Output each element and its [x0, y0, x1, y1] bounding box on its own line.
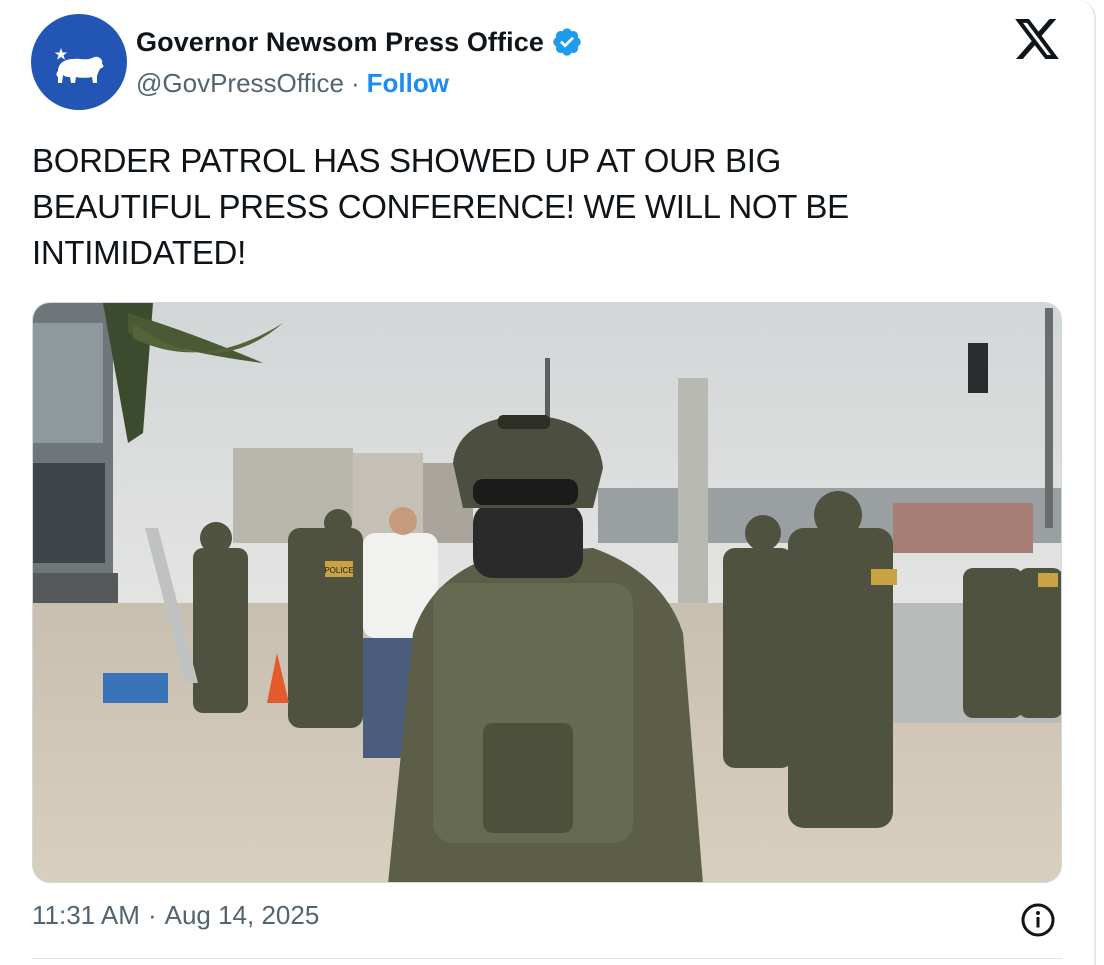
timestamp-separator: · [147, 900, 157, 930]
photo-scene: POLICE [33, 303, 1061, 882]
author-display-name[interactable]: Governor Newsom Press Office [136, 27, 544, 58]
tweet-time: 11:31 AM [32, 900, 140, 930]
author-handle[interactable]: @GovPressOffice [136, 68, 344, 99]
footer-divider [32, 958, 1062, 959]
handle-separator: · [350, 67, 360, 98]
police-patch-label: POLICE [324, 566, 353, 575]
tweet-timestamp[interactable]: 11:31 AM · Aug 14, 2025 [32, 900, 319, 931]
follow-button[interactable]: Follow [367, 68, 449, 99]
verified-badge-icon[interactable] [551, 26, 583, 58]
author-handle-row: @GovPressOffice · Follow [136, 66, 449, 100]
tweet-date: Aug 14, 2025 [164, 900, 320, 930]
tweet-text: BORDER PATROL HAS SHOWED UP AT OUR BIG B… [32, 142, 849, 271]
tweet-card: Governor Newsom Press Office @GovPressOf… [0, 0, 1096, 965]
info-icon[interactable] [1020, 902, 1056, 938]
author-name-row: Governor Newsom Press Office [136, 24, 583, 60]
avatar[interactable] [31, 14, 127, 110]
california-bear-flag-icon [54, 48, 104, 83]
x-logo-icon[interactable] [1015, 19, 1059, 59]
tweet-photo[interactable]: POLICE [32, 302, 1062, 883]
